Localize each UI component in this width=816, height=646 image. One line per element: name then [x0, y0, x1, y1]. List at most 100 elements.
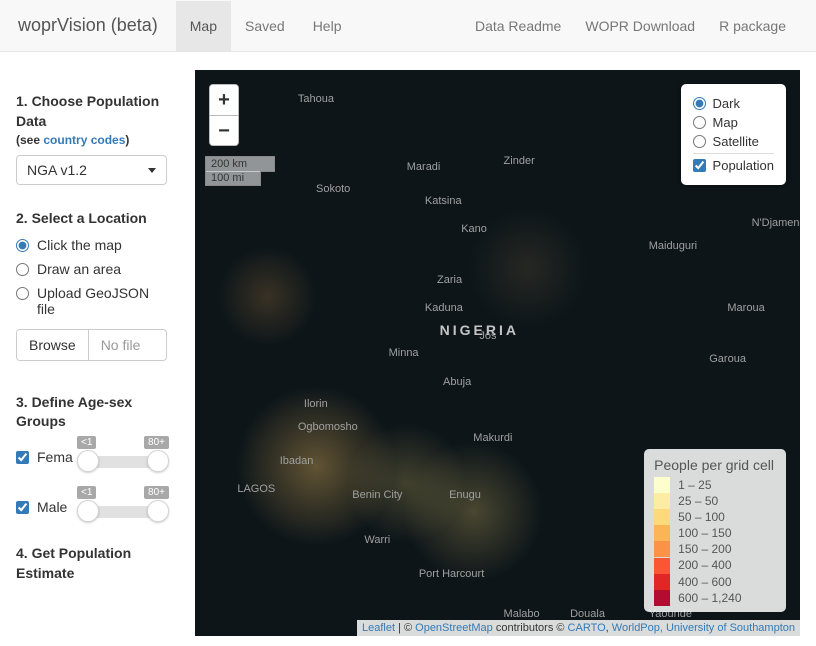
zoom-control: + − — [209, 84, 239, 146]
nav-right: Data Readme WOPR Download R package — [463, 18, 816, 34]
link-wopr-download[interactable]: WOPR Download — [573, 18, 707, 34]
scale-km: 200 km — [205, 156, 275, 172]
link-osm[interactable]: OpenStreetMap — [415, 622, 493, 634]
layer-map-label: Map — [713, 115, 738, 130]
radio-click-map-label: Click the map — [37, 237, 122, 253]
link-worldpop[interactable]: WorldPop, University of Southampton — [612, 622, 795, 634]
layer-map[interactable]: Map — [693, 115, 774, 130]
link-carto[interactable]: CARTO — [568, 622, 606, 634]
label-female: Female — [37, 449, 73, 465]
legend-row: 25 – 50 — [654, 493, 774, 509]
legend-row: 200 – 400 — [654, 557, 774, 573]
layer-population-label: Population — [713, 158, 774, 173]
radio-upload-geojson[interactable]: Upload GeoJSON file — [16, 285, 167, 317]
radio-click-map-input[interactable] — [16, 239, 29, 252]
scale-mi: 100 mi — [205, 171, 261, 186]
legend-label: 50 – 100 — [678, 509, 725, 525]
slider-male-max-label: 80+ — [144, 486, 169, 499]
legend-swatch — [654, 493, 670, 509]
sidebar: 1. Choose Population Data (see country c… — [0, 52, 183, 646]
slider-male-range[interactable]: <1 80+ — [79, 488, 167, 526]
layer-dark-radio[interactable] — [693, 97, 706, 110]
radio-draw-area[interactable]: Draw an area — [16, 261, 167, 277]
layer-map-radio[interactable] — [693, 116, 706, 129]
main: 1. Choose Population Data (see country c… — [0, 52, 816, 646]
layer-satellite-label: Satellite — [713, 134, 759, 149]
attribution: Leaflet | © OpenStreetMap contributors ©… — [357, 620, 800, 636]
step1-title: 1. Choose Population Data — [16, 92, 167, 131]
slider-female-min-handle[interactable] — [77, 450, 99, 472]
checkbox-female[interactable] — [16, 451, 29, 464]
legend-swatch — [654, 525, 670, 541]
legend-swatch — [654, 477, 670, 493]
legend-label: 400 – 600 — [678, 574, 731, 590]
legend-row: 50 – 100 — [654, 509, 774, 525]
nav-tabs: Map Saved Help — [176, 1, 356, 51]
zoom-in-button[interactable]: + — [210, 85, 238, 115]
layer-population[interactable]: Population — [693, 158, 774, 173]
file-input-row: Browse No file — [16, 329, 167, 361]
slider-female-min-label: <1 — [77, 436, 96, 449]
legend-title: People per grid cell — [654, 457, 774, 473]
step4-title: 4. Get Population Estimate — [16, 544, 167, 583]
tab-help[interactable]: Help — [299, 1, 356, 51]
layer-dark[interactable]: Dark — [693, 96, 774, 111]
scale-control: 200 km 100 mi — [205, 156, 275, 186]
legend-label: 1 – 25 — [678, 477, 711, 493]
slider-female-max-label: 80+ — [144, 436, 169, 449]
attr-contrib: contributors © — [493, 622, 568, 634]
zoom-out-button[interactable]: − — [210, 115, 238, 145]
app-brand: woprVision (beta) — [0, 15, 176, 36]
browse-button[interactable]: Browse — [17, 330, 89, 360]
see-suffix: ) — [125, 133, 129, 147]
legend-swatch — [654, 574, 670, 590]
radio-draw-area-label: Draw an area — [37, 261, 121, 277]
legend-label: 150 – 200 — [678, 541, 731, 557]
slider-male-min-label: <1 — [77, 486, 96, 499]
link-r-package[interactable]: R package — [707, 18, 798, 34]
layer-satellite-radio[interactable] — [693, 135, 706, 148]
chevron-down-icon — [148, 168, 156, 173]
radio-upload-geojson-input[interactable] — [16, 287, 29, 300]
slider-male-max-handle[interactable] — [147, 500, 169, 522]
legend-row: 600 – 1,240 — [654, 590, 774, 606]
see-note: (see country codes) — [16, 133, 167, 147]
data-version-select[interactable]: NGA v1.2 — [16, 155, 167, 185]
slider-male: Male <1 80+ — [16, 488, 167, 526]
location-radio-group: Click the map Draw an area Upload GeoJSO… — [16, 237, 167, 317]
legend-row: 100 – 150 — [654, 525, 774, 541]
legend-swatch — [654, 509, 670, 525]
legend-row: 400 – 600 — [654, 574, 774, 590]
tab-map[interactable]: Map — [176, 1, 231, 51]
layer-dark-label: Dark — [713, 96, 740, 111]
checkbox-male[interactable] — [16, 501, 29, 514]
file-status: No file — [89, 330, 166, 360]
radio-upload-geojson-label: Upload GeoJSON file — [37, 285, 167, 317]
legend-label: 600 – 1,240 — [678, 590, 741, 606]
step2-title: 2. Select a Location — [16, 209, 167, 229]
map[interactable]: NIGERIA TahouaZinderMaradiSokotoKatsinaN… — [195, 70, 800, 636]
attr-sep1: | © — [395, 622, 415, 634]
see-prefix: (see — [16, 133, 43, 147]
radio-draw-area-input[interactable] — [16, 263, 29, 276]
link-leaflet[interactable]: Leaflet — [362, 622, 395, 634]
legend-row: 1 – 25 — [654, 477, 774, 493]
slider-female-range[interactable]: <1 80+ — [79, 438, 167, 476]
data-version-value: NGA v1.2 — [27, 162, 87, 178]
slider-female-max-handle[interactable] — [147, 450, 169, 472]
tab-saved[interactable]: Saved — [231, 1, 299, 51]
layer-satellite[interactable]: Satellite — [693, 134, 774, 149]
slider-female: Female <1 80+ — [16, 438, 167, 476]
link-data-readme[interactable]: Data Readme — [463, 18, 573, 34]
legend-label: 100 – 150 — [678, 525, 731, 541]
legend-swatch — [654, 590, 670, 606]
layer-population-checkbox[interactable] — [693, 159, 706, 172]
step3-title: 3. Define Age-sex Groups — [16, 393, 167, 432]
slider-male-min-handle[interactable] — [77, 500, 99, 522]
legend: People per grid cell 1 – 2525 – 5050 – 1… — [644, 449, 786, 613]
legend-swatch — [654, 541, 670, 557]
link-country-codes[interactable]: country codes — [43, 133, 125, 147]
layers-control: Dark Map Satellite Population — [681, 84, 786, 185]
legend-swatch — [654, 558, 670, 574]
radio-click-map[interactable]: Click the map — [16, 237, 167, 253]
